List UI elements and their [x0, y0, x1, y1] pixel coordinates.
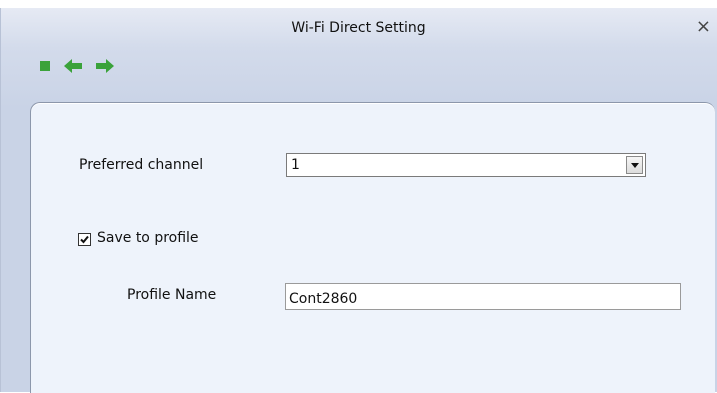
checkmark-icon	[80, 235, 89, 244]
toolbar	[40, 59, 114, 73]
chevron-down-icon	[631, 163, 639, 168]
profile-name-label: Profile Name	[127, 287, 217, 303]
profile-name-input[interactable]	[285, 283, 681, 310]
save-to-profile-label[interactable]: Save to profile	[97, 230, 199, 246]
back-arrow-icon[interactable]	[64, 59, 82, 73]
dropdown-button[interactable]	[626, 156, 643, 174]
preferred-channel-select[interactable]: 1	[286, 153, 646, 177]
forward-arrow-icon[interactable]	[96, 59, 114, 73]
close-icon[interactable]: ×	[696, 17, 711, 37]
save-to-profile-checkbox[interactable]	[78, 233, 91, 246]
window-title: Wi-Fi Direct Setting	[291, 20, 426, 36]
preferred-channel-label: Preferred channel	[79, 157, 204, 173]
settings-panel: Preferred channel 1 Save to profile Prof…	[30, 102, 715, 393]
stop-icon[interactable]	[40, 61, 50, 71]
preferred-channel-value: 1	[291, 157, 300, 173]
